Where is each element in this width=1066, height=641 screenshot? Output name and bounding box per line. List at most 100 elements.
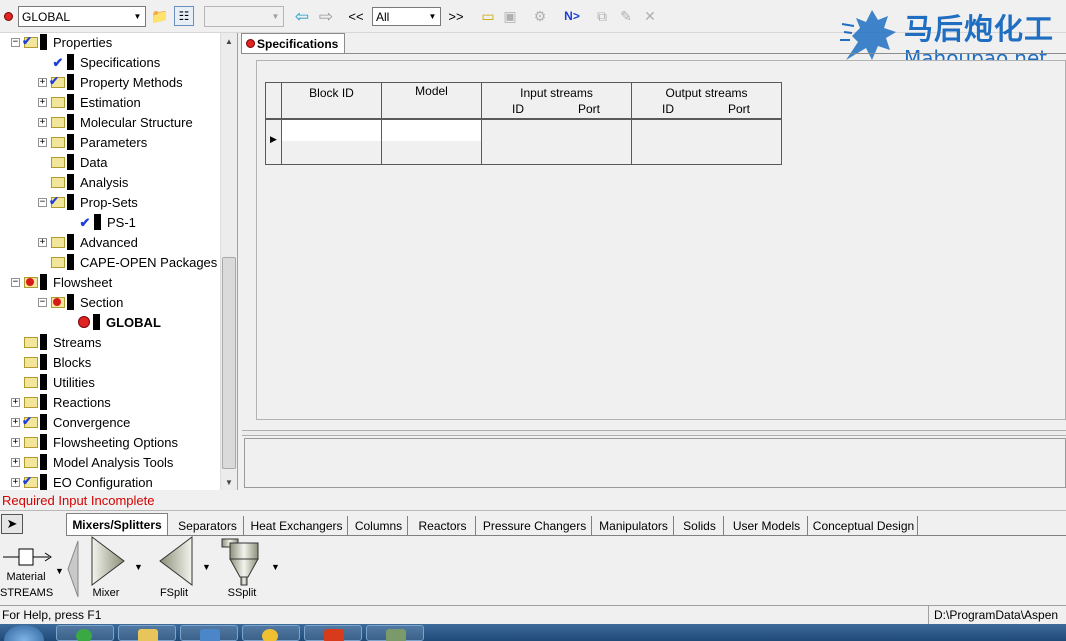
tree-item[interactable]: ✔ PS-1 bbox=[65, 212, 136, 232]
tree-item[interactable]: CAPE-OPEN Packages bbox=[38, 252, 217, 272]
tree-item[interactable]: − Flowsheet bbox=[11, 272, 112, 292]
back-arrow-icon[interactable]: ⇦ bbox=[292, 6, 312, 26]
start-button[interactable] bbox=[4, 625, 44, 641]
library-tab[interactable]: Mixers/Splitters bbox=[66, 513, 168, 535]
next-button[interactable]: N> bbox=[560, 6, 584, 26]
note-icon[interactable]: ▭ bbox=[478, 6, 498, 26]
empty-combo[interactable]: ▼ bbox=[204, 6, 284, 27]
tree-item[interactable]: − ✔ Properties bbox=[11, 33, 112, 52]
library-tab[interactable]: Solids bbox=[676, 516, 724, 535]
library-tab[interactable]: Reactors bbox=[410, 516, 476, 535]
expand-icon[interactable]: + bbox=[38, 237, 47, 247]
tree-item[interactable]: + ✔ Convergence bbox=[11, 412, 130, 432]
taskbar-app-flash[interactable] bbox=[304, 625, 362, 641]
palette-scroll-left-icon[interactable] bbox=[67, 539, 79, 599]
fsplit-tool[interactable]: FSplit bbox=[152, 535, 196, 601]
cell-block-id[interactable] bbox=[282, 120, 382, 164]
select-tool-button[interactable]: ➤ bbox=[1, 514, 23, 534]
library-tab-separator bbox=[66, 535, 1066, 536]
expand-icon[interactable]: + bbox=[38, 137, 47, 147]
tree-view-toggle-icon[interactable]: ☷ bbox=[174, 6, 194, 26]
cell-block-id-input[interactable] bbox=[282, 120, 381, 141]
library-tab[interactable]: Pressure Changers bbox=[478, 516, 592, 535]
collapse-icon[interactable]: − bbox=[38, 297, 47, 307]
tree-item[interactable]: Analysis bbox=[38, 172, 128, 192]
taskbar-app-photo[interactable] bbox=[366, 625, 424, 641]
check-icon: ✔ bbox=[49, 193, 60, 208]
expand-icon[interactable]: + bbox=[38, 97, 47, 107]
folder-up-icon[interactable]: 📁 bbox=[150, 6, 170, 26]
close-icon[interactable]: ✕ bbox=[640, 6, 660, 26]
tree-item[interactable]: GLOBAL bbox=[65, 312, 161, 332]
camera-icon[interactable]: ▣ bbox=[500, 6, 520, 26]
tree-item[interactable]: Utilities bbox=[11, 372, 95, 392]
scroll-thumb[interactable] bbox=[222, 257, 236, 469]
ssplit-tool[interactable]: SSplit bbox=[218, 535, 266, 601]
expand-icon[interactable]: + bbox=[38, 77, 47, 87]
tree-item[interactable]: + Parameters bbox=[38, 132, 147, 152]
cell-model[interactable] bbox=[382, 120, 482, 164]
cell-model-input[interactable] bbox=[382, 120, 481, 141]
expand-icon[interactable]: + bbox=[11, 417, 20, 427]
tree-item[interactable]: Blocks bbox=[11, 352, 91, 372]
library-tab[interactable]: Separators bbox=[172, 516, 244, 535]
library-tab[interactable]: Heat Exchangers bbox=[246, 516, 348, 535]
taskbar-app-editor[interactable] bbox=[180, 625, 238, 641]
chevron-down-icon[interactable]: ▼ bbox=[425, 8, 440, 25]
collapse-icon[interactable]: − bbox=[38, 197, 47, 207]
tree-item[interactable]: ✔ Specifications bbox=[38, 52, 160, 72]
cell-input-streams[interactable] bbox=[482, 120, 632, 164]
tree-item[interactable]: + ✔ EO Configuration bbox=[11, 472, 153, 490]
collapse-icon[interactable]: − bbox=[11, 277, 20, 287]
tree-scrollbar[interactable]: ▲ ▼ bbox=[220, 33, 237, 490]
tree-item[interactable]: + Advanced bbox=[38, 232, 138, 252]
scroll-down-icon[interactable]: ▼ bbox=[221, 474, 237, 490]
library-tab[interactable]: Conceptual Design bbox=[810, 516, 918, 535]
chevron-down-icon[interactable]: ▼ bbox=[130, 7, 145, 26]
row-selector[interactable]: ▶ bbox=[266, 120, 282, 164]
tree-item[interactable]: Streams bbox=[11, 332, 101, 352]
taskbar-app-explorer[interactable] bbox=[118, 625, 176, 641]
library-tab[interactable]: Columns bbox=[350, 516, 408, 535]
pencil-icon[interactable]: ✎ bbox=[616, 6, 636, 26]
scroll-up-icon[interactable]: ▲ bbox=[221, 33, 237, 49]
mixer-tool[interactable]: Mixer bbox=[84, 535, 128, 601]
nav-prev-button[interactable]: << bbox=[346, 6, 366, 26]
cell-output-streams[interactable] bbox=[632, 120, 782, 164]
filter-combo[interactable]: All ▼ bbox=[372, 7, 441, 26]
tree-item[interactable]: − ✔ Prop-Sets bbox=[38, 192, 138, 212]
expand-icon[interactable]: + bbox=[11, 477, 20, 487]
fsplit-icon bbox=[159, 536, 193, 586]
chevron-down-icon[interactable]: ▼ bbox=[202, 562, 211, 572]
tree-item[interactable]: + ✔ Property Methods bbox=[38, 72, 183, 92]
form-splitter[interactable] bbox=[242, 430, 1066, 436]
nav-next-button[interactable]: >> bbox=[446, 6, 466, 26]
library-tab[interactable]: Manipulators bbox=[594, 516, 674, 535]
tab-specifications[interactable]: Specifications bbox=[241, 33, 346, 53]
chevron-down-icon[interactable]: ▼ bbox=[271, 562, 280, 572]
context-combo[interactable]: GLOBAL ▼ bbox=[18, 6, 146, 27]
material-stream-tool[interactable]: Material STREAMS bbox=[0, 539, 54, 601]
tree-item[interactable]: + Flowsheeting Options bbox=[11, 432, 178, 452]
chevron-down-icon[interactable]: ▼ bbox=[55, 566, 64, 576]
expand-icon[interactable]: + bbox=[11, 457, 20, 467]
gear-icon[interactable]: ⚙ bbox=[530, 6, 550, 26]
taskbar-app-browser[interactable] bbox=[56, 625, 114, 641]
forward-arrow-icon[interactable]: ⇨ bbox=[316, 6, 336, 26]
expand-icon[interactable]: + bbox=[11, 397, 20, 407]
chevron-down-icon[interactable]: ▼ bbox=[268, 7, 283, 26]
collapse-icon[interactable]: − bbox=[11, 37, 20, 47]
tree-item[interactable]: + Reactions bbox=[11, 392, 111, 412]
tree-item[interactable]: − Section bbox=[38, 292, 123, 312]
tree-item[interactable]: + Molecular Structure bbox=[38, 112, 193, 132]
library-tab[interactable]: User Models bbox=[726, 516, 808, 535]
taskbar-app-sun[interactable] bbox=[242, 625, 300, 641]
expand-icon[interactable]: + bbox=[11, 437, 20, 447]
tree-item[interactable]: + Model Analysis Tools bbox=[11, 452, 173, 472]
tree-item[interactable]: + Estimation bbox=[38, 92, 141, 112]
tree-item-label: Section bbox=[80, 294, 124, 310]
expand-icon[interactable]: + bbox=[38, 117, 47, 127]
copy-icon[interactable]: ⧉ bbox=[592, 6, 612, 26]
tree-item[interactable]: Data bbox=[38, 152, 107, 172]
chevron-down-icon[interactable]: ▼ bbox=[134, 562, 143, 572]
